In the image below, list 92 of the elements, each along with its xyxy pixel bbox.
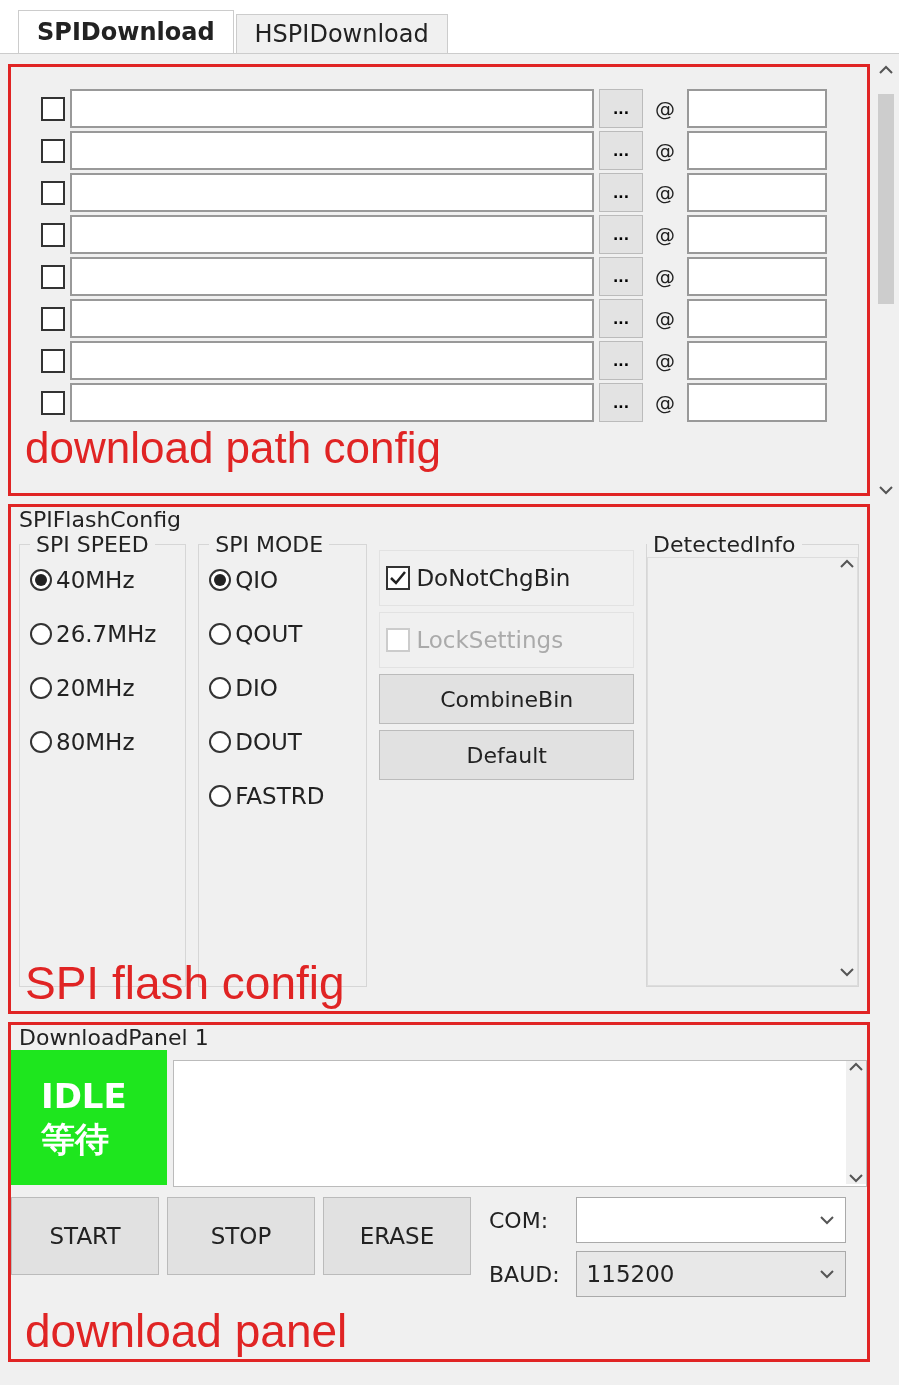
checkbox[interactable] bbox=[41, 264, 65, 289]
browse-button[interactable]: ... bbox=[599, 173, 643, 212]
checkbox-label: DoNotChgBin bbox=[416, 565, 571, 591]
status-text: IDLE bbox=[41, 1075, 128, 1118]
group-title: SPI MODE bbox=[214, 532, 325, 557]
field-label: BAUD: bbox=[489, 1261, 560, 1287]
checkbox[interactable] bbox=[41, 222, 65, 247]
radio-label: 40MHz bbox=[56, 567, 135, 593]
radio-button[interactable] bbox=[209, 623, 232, 645]
path-field[interactable] bbox=[70, 131, 594, 170]
status-text: 等待 bbox=[41, 1117, 110, 1160]
radio-label: DIO bbox=[235, 675, 278, 701]
browse-button[interactable]: ... bbox=[599, 383, 643, 422]
checkbox[interactable] bbox=[41, 348, 65, 373]
at-sign: @ bbox=[654, 390, 676, 415]
radio-button[interactable] bbox=[209, 677, 232, 699]
at-sign: @ bbox=[654, 222, 676, 247]
radio-label: 26.7MHz bbox=[56, 621, 157, 647]
radio-label: QIO bbox=[235, 567, 279, 593]
radio-button[interactable] bbox=[30, 677, 52, 699]
chevron-up-icon[interactable] bbox=[878, 64, 894, 76]
path-field[interactable] bbox=[70, 173, 594, 212]
radio-button[interactable] bbox=[30, 731, 52, 753]
radio-label: 20MHz bbox=[56, 675, 135, 701]
path-field[interactable] bbox=[70, 383, 594, 422]
address-field[interactable] bbox=[687, 383, 827, 422]
annotation-text: SPI flash config bbox=[25, 958, 345, 1009]
at-sign: @ bbox=[654, 138, 676, 163]
radio-button[interactable] bbox=[209, 731, 232, 753]
checkbox[interactable] bbox=[386, 566, 411, 590]
at-sign: @ bbox=[654, 96, 676, 121]
radio-label: FASTRD bbox=[235, 783, 325, 809]
at-sign: @ bbox=[654, 264, 676, 289]
annotation-text: download panel bbox=[25, 1306, 348, 1357]
dropdown-value: 115200 bbox=[586, 1261, 675, 1287]
chevron-down-icon[interactable] bbox=[818, 1268, 835, 1280]
group-title: DetectedInfo bbox=[652, 532, 797, 557]
action-button[interactable]: CombineBin bbox=[379, 674, 635, 724]
path-field[interactable] bbox=[70, 215, 594, 254]
checkbox-label: LockSettings bbox=[416, 627, 564, 653]
checkbox[interactable] bbox=[41, 180, 65, 205]
address-field[interactable] bbox=[687, 299, 827, 338]
action-button[interactable]: ERASE bbox=[323, 1197, 471, 1275]
address-field[interactable] bbox=[687, 215, 827, 254]
radio-label: 80MHz bbox=[56, 729, 135, 755]
path-field[interactable] bbox=[70, 257, 594, 296]
radio-button[interactable] bbox=[209, 785, 232, 807]
group-title: SPIFlashConfig bbox=[18, 506, 182, 534]
browse-button[interactable]: ... bbox=[599, 341, 643, 380]
radio-button[interactable] bbox=[30, 623, 52, 645]
checkbox[interactable] bbox=[41, 96, 65, 121]
address-field[interactable] bbox=[687, 89, 827, 128]
at-sign: @ bbox=[654, 306, 676, 331]
radio-button[interactable] bbox=[30, 569, 52, 591]
tab[interactable]: HSPIDownload bbox=[235, 14, 448, 53]
chevron-up-icon[interactable] bbox=[839, 558, 855, 570]
chevron-down-icon[interactable] bbox=[818, 1214, 835, 1226]
address-field[interactable] bbox=[687, 173, 827, 212]
radio-button[interactable] bbox=[209, 569, 232, 591]
checkbox[interactable] bbox=[41, 390, 65, 415]
path-field[interactable] bbox=[70, 299, 594, 338]
action-button[interactable]: START bbox=[11, 1197, 159, 1275]
tab[interactable]: SPIDownload bbox=[18, 10, 234, 53]
checkmark-icon bbox=[389, 570, 408, 586]
address-field[interactable] bbox=[687, 131, 827, 170]
checkbox[interactable] bbox=[41, 138, 65, 163]
annotation-text: download path config bbox=[25, 424, 441, 473]
action-button[interactable]: STOP bbox=[167, 1197, 315, 1275]
at-sign: @ bbox=[654, 348, 676, 373]
action-button[interactable]: Default bbox=[379, 730, 635, 780]
browse-button[interactable]: ... bbox=[599, 131, 643, 170]
baud-dropdown[interactable]: 115200 bbox=[575, 1251, 846, 1297]
path-field[interactable] bbox=[70, 341, 594, 380]
browse-button[interactable]: ... bbox=[599, 215, 643, 254]
group-title: SPI SPEED bbox=[35, 532, 150, 557]
browse-button[interactable]: ... bbox=[599, 299, 643, 338]
chevron-down-icon[interactable] bbox=[878, 484, 894, 496]
at-sign: @ bbox=[654, 180, 676, 205]
browse-button[interactable]: ... bbox=[599, 89, 643, 128]
address-field[interactable] bbox=[687, 257, 827, 296]
checkbox[interactable] bbox=[41, 306, 65, 331]
path-field[interactable] bbox=[70, 89, 594, 128]
address-field[interactable] bbox=[687, 341, 827, 380]
scrollbar[interactable] bbox=[846, 1061, 866, 1184]
chevron-down-icon[interactable] bbox=[848, 1172, 864, 1184]
group-title: DownloadPanel 1 bbox=[18, 1024, 210, 1052]
chevron-up-icon[interactable] bbox=[848, 1061, 864, 1073]
browse-button[interactable]: ... bbox=[599, 257, 643, 296]
chevron-down-icon[interactable] bbox=[839, 966, 855, 978]
radio-label: DOUT bbox=[235, 729, 302, 755]
radio-label: QOUT bbox=[235, 621, 303, 647]
field-label: COM: bbox=[489, 1207, 550, 1233]
